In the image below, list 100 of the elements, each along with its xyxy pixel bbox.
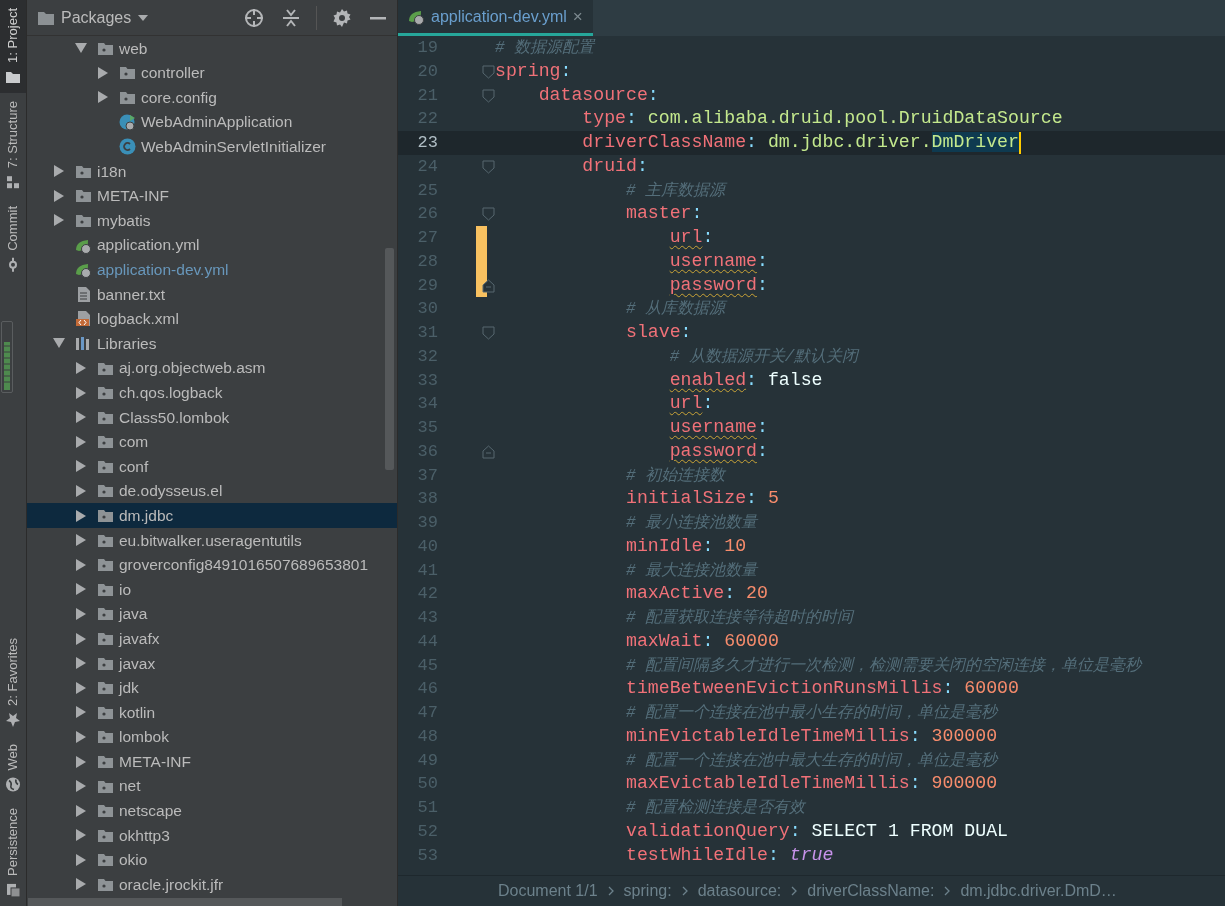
tool-window-tab[interactable]: Commit bbox=[0, 198, 26, 281]
code-line: druid: bbox=[581, 155, 648, 178]
tree-item[interactable]: i18n bbox=[27, 158, 397, 184]
code-line: maxWait: 60000 bbox=[625, 630, 779, 653]
chevron-icon bbox=[607, 886, 614, 896]
spring-class-icon bbox=[119, 113, 136, 131]
tree-item[interactable]: application.yml bbox=[27, 232, 397, 258]
code-line: # 主库数据源 bbox=[625, 180, 726, 202]
tool-window-tab[interactable]: Persistence bbox=[0, 800, 26, 906]
tree-item[interactable]: io bbox=[27, 577, 397, 602]
tool-window-tab[interactable]: 2: Favorites bbox=[0, 629, 26, 736]
tree-item[interactable]: controller bbox=[27, 60, 397, 86]
database-icon bbox=[5, 882, 21, 898]
tree-item[interactable]: eu.bitwalker.useragentutils bbox=[27, 527, 397, 553]
package-folder-icon bbox=[97, 802, 114, 820]
tree-item[interactable]: de.odysseus.el bbox=[27, 478, 397, 504]
package-folder-icon bbox=[97, 728, 114, 746]
tree-item[interactable]: jdk bbox=[27, 675, 397, 701]
tree-item[interactable]: netscape bbox=[27, 798, 397, 823]
code-line: enabled: false bbox=[668, 368, 823, 392]
tree-item[interactable]: oracle.jrockit.jfr bbox=[27, 872, 397, 897]
package-folder-icon bbox=[97, 753, 114, 770]
code-line: url: bbox=[668, 392, 714, 416]
code-line: type: com.alibaba.druid.pool.DruidDataSource bbox=[581, 107, 1063, 131]
code-line: driverClassName: dm.jdbc.driver.DmDriver bbox=[581, 131, 1019, 155]
close-icon[interactable]: × bbox=[572, 3, 583, 30]
spring-leaf-icon bbox=[75, 261, 92, 279]
tree-item[interactable]: mybatis bbox=[27, 208, 397, 233]
breadcrumb-item[interactable]: datasource: bbox=[697, 879, 782, 903]
tree-item[interactable]: kotlin bbox=[27, 700, 397, 725]
tree-item[interactable]: ch.qos.logback bbox=[27, 380, 397, 405]
tree-item[interactable]: okhttp3 bbox=[27, 823, 397, 848]
code-line: maxActive: 20 bbox=[625, 582, 768, 606]
code-line: spring: bbox=[495, 60, 572, 83]
tree-item[interactable]: net bbox=[27, 773, 397, 799]
code-line: timeBetweenEvictionRunsMillis: 60000 bbox=[625, 677, 1019, 701]
spring-leaf-icon bbox=[408, 8, 425, 25]
chevron-icon bbox=[944, 886, 951, 896]
tree-item[interactable]: groverconfig8491016507689653801 bbox=[27, 552, 397, 578]
editor-tab[interactable]: application-dev.yml × bbox=[398, 0, 593, 36]
tree-item[interactable]: dm.jdbc bbox=[27, 503, 397, 528]
code-line: slave: bbox=[625, 321, 692, 345]
tool-window-tab[interactable]: 1: Project bbox=[0, 0, 26, 93]
code-line: minEvictableIdleTimeMillis: 300000 bbox=[625, 725, 998, 748]
tree-item[interactable]: WebAdminApplication bbox=[27, 109, 397, 135]
libraries-icon bbox=[75, 334, 92, 352]
tool-window-tab[interactable]: Web bbox=[0, 735, 26, 801]
tree-item[interactable]: core.config bbox=[27, 85, 397, 110]
tree-item[interactable]: Libraries bbox=[27, 331, 397, 356]
tree-item[interactable]: com bbox=[27, 429, 397, 455]
tree-item[interactable]: banner.txt bbox=[27, 281, 397, 307]
package-folder-icon bbox=[97, 679, 114, 697]
package-folder-icon bbox=[97, 384, 114, 402]
code-line: password: bbox=[668, 273, 768, 297]
code-line: # 配置获取连接等待超时的时间 bbox=[625, 607, 854, 630]
tree-item[interactable]: aj.org.objectweb.asm bbox=[27, 355, 397, 381]
tool-window-tab[interactable]: 7: Structure bbox=[0, 92, 26, 199]
code-line: username: bbox=[668, 416, 768, 440]
caret-icon bbox=[137, 13, 150, 22]
tree-item[interactable]: META-INF bbox=[27, 749, 397, 774]
tree-item[interactable]: application-dev.yml bbox=[27, 257, 397, 282]
tree-item[interactable]: web bbox=[27, 36, 397, 61]
tree-item[interactable]: conf bbox=[27, 454, 397, 479]
breadcrumb-item[interactable]: dm.jdbc.driver.DmD… bbox=[960, 879, 1117, 903]
view-selector[interactable]: Packages bbox=[37, 5, 150, 30]
code-line: username: bbox=[668, 250, 768, 273]
chevron-icon bbox=[791, 886, 798, 896]
line-number: 23 bbox=[416, 132, 438, 155]
package-folder-icon bbox=[97, 556, 114, 574]
package-folder-icon bbox=[119, 64, 136, 82]
code-line: # 最小连接池数量 bbox=[625, 513, 758, 535]
tree-item[interactable]: lombok bbox=[27, 724, 397, 750]
package-folder-icon bbox=[97, 507, 114, 525]
package-folder-icon bbox=[97, 605, 114, 623]
breadcrumb-item[interactable]: Document 1/1 bbox=[498, 879, 598, 903]
tree-item[interactable]: WebAdminServletInitializer bbox=[27, 134, 397, 159]
tree-item[interactable]: logback.xml bbox=[27, 306, 397, 332]
globe-icon bbox=[5, 776, 21, 793]
package-folder-icon bbox=[97, 482, 114, 500]
code-line: minIdle: 10 bbox=[625, 535, 747, 558]
code-line: maxEvictableIdleTimeMillis: 900000 bbox=[625, 772, 998, 796]
code-line: datasource: bbox=[537, 83, 659, 107]
code-line: initialSize: 5 bbox=[625, 487, 779, 511]
code-line: # 最大连接池数量 bbox=[625, 560, 758, 582]
code-line: url: bbox=[668, 226, 714, 250]
tree-item[interactable]: META-INF bbox=[27, 183, 397, 209]
code-line: testWhileIdle: true bbox=[625, 843, 834, 867]
tree-item[interactable]: javafx bbox=[27, 626, 397, 651]
breadcrumb-item[interactable]: spring: bbox=[623, 879, 672, 903]
scrollbar-thumb[interactable] bbox=[28, 898, 342, 906]
package-folder-icon bbox=[75, 187, 92, 205]
breadcrumb-item[interactable]: driverClassName: bbox=[807, 879, 935, 903]
code-line: # 初始连接数 bbox=[625, 465, 726, 487]
tree-item[interactable]: java bbox=[27, 601, 397, 627]
tree-item[interactable]: javax bbox=[27, 650, 397, 676]
tree-item[interactable]: Class50.lombok bbox=[27, 404, 397, 430]
scrollbar-thumb[interactable] bbox=[385, 248, 394, 470]
tree-item[interactable]: okio bbox=[27, 847, 397, 873]
folder-icon bbox=[37, 9, 55, 26]
structure-icon bbox=[5, 174, 21, 191]
